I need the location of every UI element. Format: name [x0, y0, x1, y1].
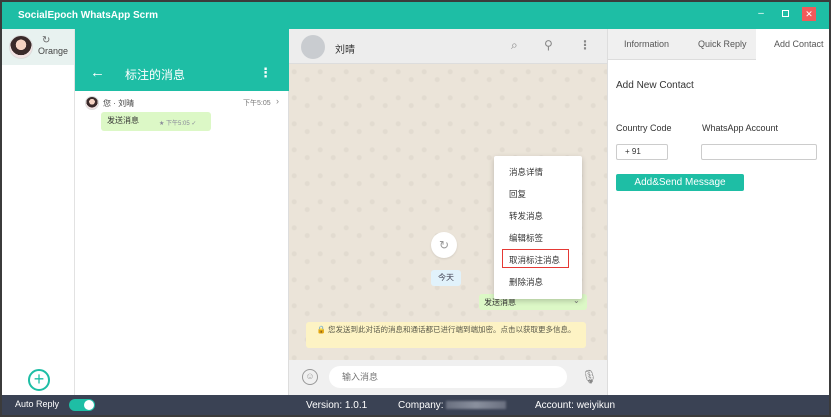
tab-add-contact[interactable]: Add Contact — [774, 39, 824, 49]
message-context-menu: 消息详情 回复 转发消息 编辑标签 取消标注消息 删除消息 — [494, 156, 582, 299]
maximize-icon — [781, 10, 789, 17]
date-chip: 今天 — [431, 270, 461, 286]
refresh-icon[interactable]: ↻ — [42, 35, 50, 46]
form-title: Add New Contact — [616, 80, 694, 91]
company-redacted — [446, 401, 507, 410]
minimize-button[interactable]: – — [754, 7, 768, 21]
account-name: Orange — [38, 46, 69, 56]
close-button[interactable]: ✕ — [802, 7, 816, 21]
starred-bubble: 发送消息 ★ 下午5:05 ✓ — [101, 112, 211, 131]
search-icon[interactable]: ⌕ — [511, 38, 518, 53]
maximize-button[interactable] — [778, 7, 792, 21]
more-menu-icon[interactable]: ⋮ — [259, 65, 272, 81]
starred-title: 标注的消息 — [125, 68, 186, 82]
reload-icon[interactable]: ↻ — [431, 232, 457, 258]
country-code-field[interactable]: + 91 — [616, 144, 668, 160]
status-bar: Auto Reply Version: 1.0.1 Company: Accou… — [2, 395, 829, 415]
info-panel: Information Quick Reply Add Contact Add … — [607, 29, 829, 395]
auto-reply-label: Auto Reply — [15, 399, 60, 409]
account-sidebar: ↻ Orange + — [2, 29, 75, 395]
info-tabs: Information Quick Reply Add Contact — [608, 29, 829, 60]
starred-message-item[interactable]: 您 · 刘晴 下午5:05 › 发送消息 ★ 下午5:05 ✓ — [75, 93, 289, 137]
starred-text: 发送消息 — [107, 116, 139, 125]
tab-quick-reply[interactable]: Quick Reply — [698, 39, 747, 49]
back-arrow-icon[interactable]: ← — [90, 64, 105, 81]
toggle-knob — [84, 400, 94, 410]
account-item-orange[interactable]: ↻ Orange — [2, 29, 74, 65]
avatar — [85, 96, 99, 110]
starred-meta: ★ 下午5:05 ✓ — [159, 121, 197, 127]
chat-header: 刘晴 ⌕ ⚲ ⋮ — [289, 29, 607, 64]
menu-item-unstar[interactable]: 取消标注消息 — [509, 254, 560, 266]
company-label: Company: — [398, 400, 444, 411]
chat-input-bar: ☺ 🎙 — [289, 360, 607, 395]
microphone-icon[interactable]: 🎙 — [581, 369, 598, 385]
chevron-right-icon[interactable]: › — [276, 96, 279, 106]
message-input[interactable] — [329, 366, 567, 388]
country-code-label: Country Code — [616, 123, 672, 133]
app-title: SocialEpoch WhatsApp Scrm — [18, 10, 159, 21]
avatar — [9, 35, 33, 59]
contact-name[interactable]: 刘晴 — [335, 41, 355, 56]
contact-avatar[interactable] — [301, 35, 325, 59]
menu-item-forward[interactable]: 转发消息 — [509, 210, 543, 222]
more-menu-icon[interactable]: ⋮ — [579, 38, 591, 52]
menu-item-reply[interactable]: 回复 — [509, 188, 526, 200]
tab-information[interactable]: Information — [624, 39, 669, 49]
auto-reply-toggle[interactable] — [69, 399, 95, 411]
add-account-button[interactable]: + — [28, 369, 50, 391]
attach-icon[interactable]: ⚲ — [544, 38, 553, 52]
starred-header: ← 标注的消息 ⋮ — [75, 61, 289, 89]
menu-item-delete[interactable]: 删除消息 — [509, 276, 543, 288]
starred-sender: 您 · 刘晴 — [103, 99, 135, 108]
chat-body: ↻ 今天 发送消息 ⌄ 🔒 您发送到此对话的消息和通话都已进行端到端加密。点击以… — [289, 64, 607, 360]
company-text: Company: — [398, 400, 507, 411]
menu-item-edit-label[interactable]: 编辑标签 — [509, 232, 543, 244]
starred-messages-panel: ← 标注的消息 ⋮ 您 · 刘晴 下午5:05 › 发送消息 ★ 下午5:05 … — [75, 29, 289, 395]
starred-header-bg: ← 标注的消息 ⋮ — [75, 29, 289, 91]
add-send-message-button[interactable]: Add&Send Message — [616, 174, 744, 191]
chat-panel: 刘晴 ⌕ ⚲ ⋮ ↻ 今天 发送消息 ⌄ 🔒 您发送到此对话的消息和通话都已进行… — [289, 29, 607, 395]
whatsapp-account-field[interactable] — [701, 144, 817, 160]
starred-time: 下午5:05 — [243, 100, 271, 107]
menu-item-message-info[interactable]: 消息详情 — [509, 166, 543, 178]
app-window: SocialEpoch WhatsApp Scrm – ✕ ↻ Orange +… — [0, 0, 831, 417]
version-text: Version: 1.0.1 — [306, 400, 368, 411]
emoji-icon[interactable]: ☺ — [302, 369, 318, 385]
encryption-notice[interactable]: 🔒 您发送到此对话的消息和通话都已进行端到端加密。点击以获取更多信息。 — [306, 322, 586, 348]
account-text: Account: weiyikun — [535, 400, 616, 411]
title-bar: SocialEpoch WhatsApp Scrm – ✕ — [2, 2, 829, 29]
whatsapp-account-label: WhatsApp Account — [702, 123, 779, 133]
